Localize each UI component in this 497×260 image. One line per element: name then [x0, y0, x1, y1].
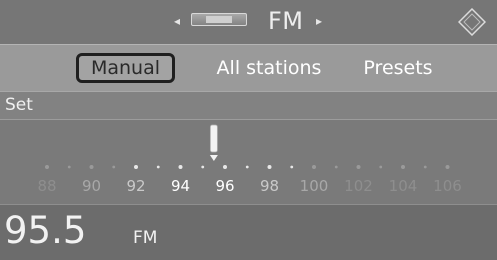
scale-tick	[156, 165, 160, 169]
scale-label: 102	[344, 177, 373, 195]
set-row[interactable]: Set	[0, 91, 497, 119]
options-icon[interactable]	[458, 8, 486, 36]
title-bar: ◂ FM ▸	[0, 0, 497, 44]
scale-tick	[223, 165, 227, 169]
band-title: FM	[268, 7, 304, 35]
scale-tick	[267, 165, 272, 169]
scale-label: 88	[37, 177, 56, 195]
scale-label: 98	[260, 177, 279, 195]
tuning-scale[interactable]: 88 90 92 94 96 98 100 102 104 106	[0, 119, 497, 204]
scale-tick	[112, 165, 116, 169]
arrow-left-icon[interactable]: ◂	[174, 9, 180, 33]
scale-tick	[445, 165, 450, 169]
frequency-value: 95.5	[4, 209, 87, 252]
scale-label: 100	[300, 177, 329, 195]
frequency-readout: 95.5 FM	[0, 204, 497, 260]
arrow-right-icon[interactable]: ▸	[316, 9, 322, 33]
scale-tick	[245, 165, 249, 169]
scale-tick	[67, 165, 71, 169]
tab-manual[interactable]: Manual	[76, 53, 175, 83]
tab-presets[interactable]: Presets	[350, 53, 446, 83]
scale-tick	[178, 165, 183, 169]
scale-label: 92	[126, 177, 145, 195]
tab-all-stations[interactable]: All stations	[205, 53, 333, 83]
scale-tick	[379, 165, 383, 169]
scale-tick	[201, 165, 205, 169]
scale-tick	[334, 165, 338, 169]
scale-label: 104	[389, 177, 418, 195]
radio-screen: ◂ FM ▸ Manual All stations Presets Set 8…	[0, 0, 497, 260]
scale-tick	[401, 165, 405, 169]
tuning-needle[interactable]	[209, 124, 218, 153]
scale-label: 106	[433, 177, 462, 195]
scale-tick	[134, 165, 138, 169]
needle-pointer	[209, 155, 218, 161]
tuning-scale-graphic: 88 90 92 94 96 98 100 102 104 106	[37, 124, 462, 195]
scale-tick	[312, 165, 316, 169]
radio-source-icon	[191, 13, 247, 26]
scale-label: 94	[171, 177, 190, 195]
scale-tick	[356, 165, 361, 169]
frequency-unit: FM	[133, 228, 158, 248]
scale-tick	[290, 165, 294, 169]
set-label: Set	[5, 95, 33, 115]
scale-label: 96	[215, 177, 234, 195]
scale-tick	[89, 165, 94, 169]
scale-tick	[45, 165, 49, 169]
scale-tick	[423, 165, 427, 169]
tab-row: Manual All stations Presets	[0, 44, 497, 91]
scale-label: 90	[82, 177, 101, 195]
